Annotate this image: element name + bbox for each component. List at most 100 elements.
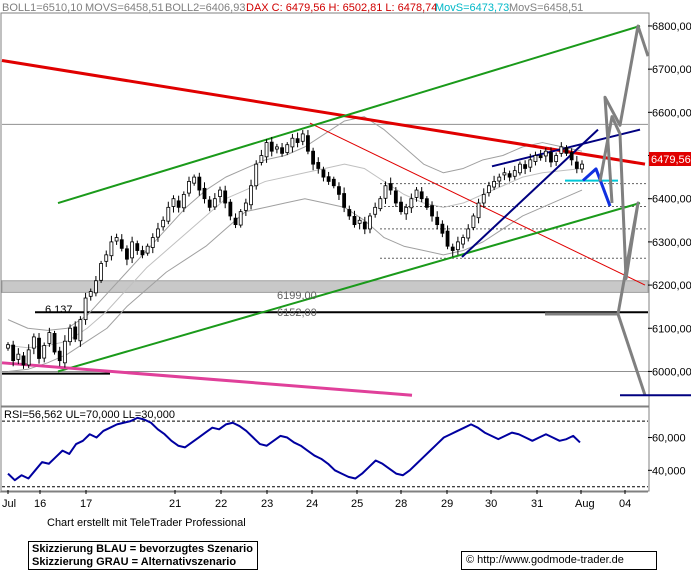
candle-body [543, 150, 548, 157]
header-boll1: BOLL1=6510,10 [2, 2, 82, 14]
header-boll2: BOLL2=6406,93 [165, 2, 245, 14]
candle-body [249, 185, 253, 206]
candle-body [125, 248, 129, 260]
legend-blue: Skizzierung BLAU = bevorzugtes Szenario [32, 543, 253, 555]
x-tick-label: 21 [169, 498, 181, 510]
rsi-tick-label: 60,000 [652, 433, 686, 445]
y-tick-label: 6100,00 [652, 323, 691, 335]
candle-body [31, 336, 36, 349]
candle-body [238, 211, 243, 226]
candle-body [337, 186, 341, 195]
candle-body [114, 237, 119, 242]
candle-body [135, 243, 140, 251]
y-tick-label: 6700,00 [652, 64, 691, 76]
chart-credit: Chart erstellt mit TeleTrader Profession… [47, 517, 246, 529]
candle-body [285, 144, 290, 153]
candle-body [176, 200, 181, 208]
rsi-header: RSI=56,562 UL=70,000 LL=30,000 [4, 409, 175, 421]
dax-chart: 6800,006700,006600,006500,006400,006300,… [0, 2, 691, 510]
candle-body [523, 164, 528, 169]
candle-body [419, 191, 424, 200]
candle-body [109, 241, 114, 257]
candle-body [233, 217, 238, 226]
candle-body [243, 202, 248, 211]
x-tick-label: 16 [34, 498, 46, 510]
candle-body [192, 176, 197, 184]
candle-body [150, 237, 155, 248]
candle-body [383, 185, 388, 199]
last-price-value: 6479,56 [651, 154, 691, 166]
candle-body [21, 355, 26, 366]
zone-label: 6199,00 [277, 290, 317, 302]
zone-rect [1, 280, 649, 293]
candle-body [275, 146, 279, 150]
candle-body [549, 152, 553, 163]
candle-body [461, 237, 465, 245]
candle-body [280, 147, 284, 154]
x-tick-label: 22 [215, 498, 227, 510]
candle-body [445, 230, 450, 247]
candle-body [295, 138, 300, 143]
y-tick-label: 6200,00 [652, 280, 691, 292]
candle-body [455, 241, 460, 251]
candle-body [78, 319, 83, 342]
price-panel [0, 12, 650, 407]
candle-body [512, 170, 517, 177]
candle-body [202, 187, 207, 200]
candle-body [518, 163, 522, 174]
candle-body [528, 159, 533, 168]
header-movs2: MovS=6458,51 [509, 2, 583, 14]
candle-body [564, 147, 569, 154]
candle-body [6, 344, 10, 349]
candle-body [378, 198, 383, 210]
candle-body [83, 297, 88, 321]
candle-body [404, 206, 409, 215]
candle-body [492, 181, 496, 188]
candle-body [119, 239, 124, 249]
x-tick-label: 31 [531, 498, 543, 510]
x-tick-label: Aug [575, 498, 595, 510]
candle-body [94, 280, 98, 294]
copyright-link[interactable]: © http://www.godmode-trader.de [461, 551, 657, 570]
candle-body [373, 206, 378, 215]
candle-body [264, 142, 269, 158]
y-tick-label: 6600,00 [652, 107, 691, 119]
candle-body [161, 219, 166, 228]
header-movs-cyan: MovS=6473,73 [435, 2, 509, 14]
candle-body [99, 263, 103, 281]
x-tick-label: 28 [395, 498, 407, 510]
candle-body [368, 215, 372, 230]
candle-body [497, 176, 502, 182]
candle-body [259, 155, 264, 163]
candle-body [554, 155, 559, 162]
x-tick-label: 24 [306, 498, 318, 510]
x-tick-label: Jul [2, 498, 16, 510]
candle-body [228, 201, 233, 217]
candle-body [342, 193, 347, 208]
candle-body [487, 185, 491, 194]
candle-body [352, 216, 357, 226]
candle-body [290, 137, 295, 148]
candle-body [88, 291, 93, 297]
candle-body [145, 245, 150, 254]
candle-body [187, 181, 191, 194]
candle-body [388, 183, 393, 191]
candle-body [197, 176, 202, 191]
candle-body [104, 254, 109, 262]
candle-body [254, 163, 259, 187]
candle-body [207, 199, 212, 208]
candle-body [11, 344, 16, 362]
candle-body [424, 198, 429, 208]
candle-body [440, 223, 445, 234]
y-tick-label: 6800,00 [652, 21, 691, 33]
candle-body [502, 172, 507, 176]
candle-body [580, 163, 584, 170]
candle-body [357, 219, 362, 224]
header-movs: MOVS=6458,51 [85, 2, 164, 14]
candle-body [466, 228, 471, 239]
candle-body [311, 150, 315, 165]
candle-body [362, 221, 367, 230]
candle-body [300, 133, 305, 142]
candle-body [574, 161, 579, 169]
candle-body [57, 350, 62, 362]
